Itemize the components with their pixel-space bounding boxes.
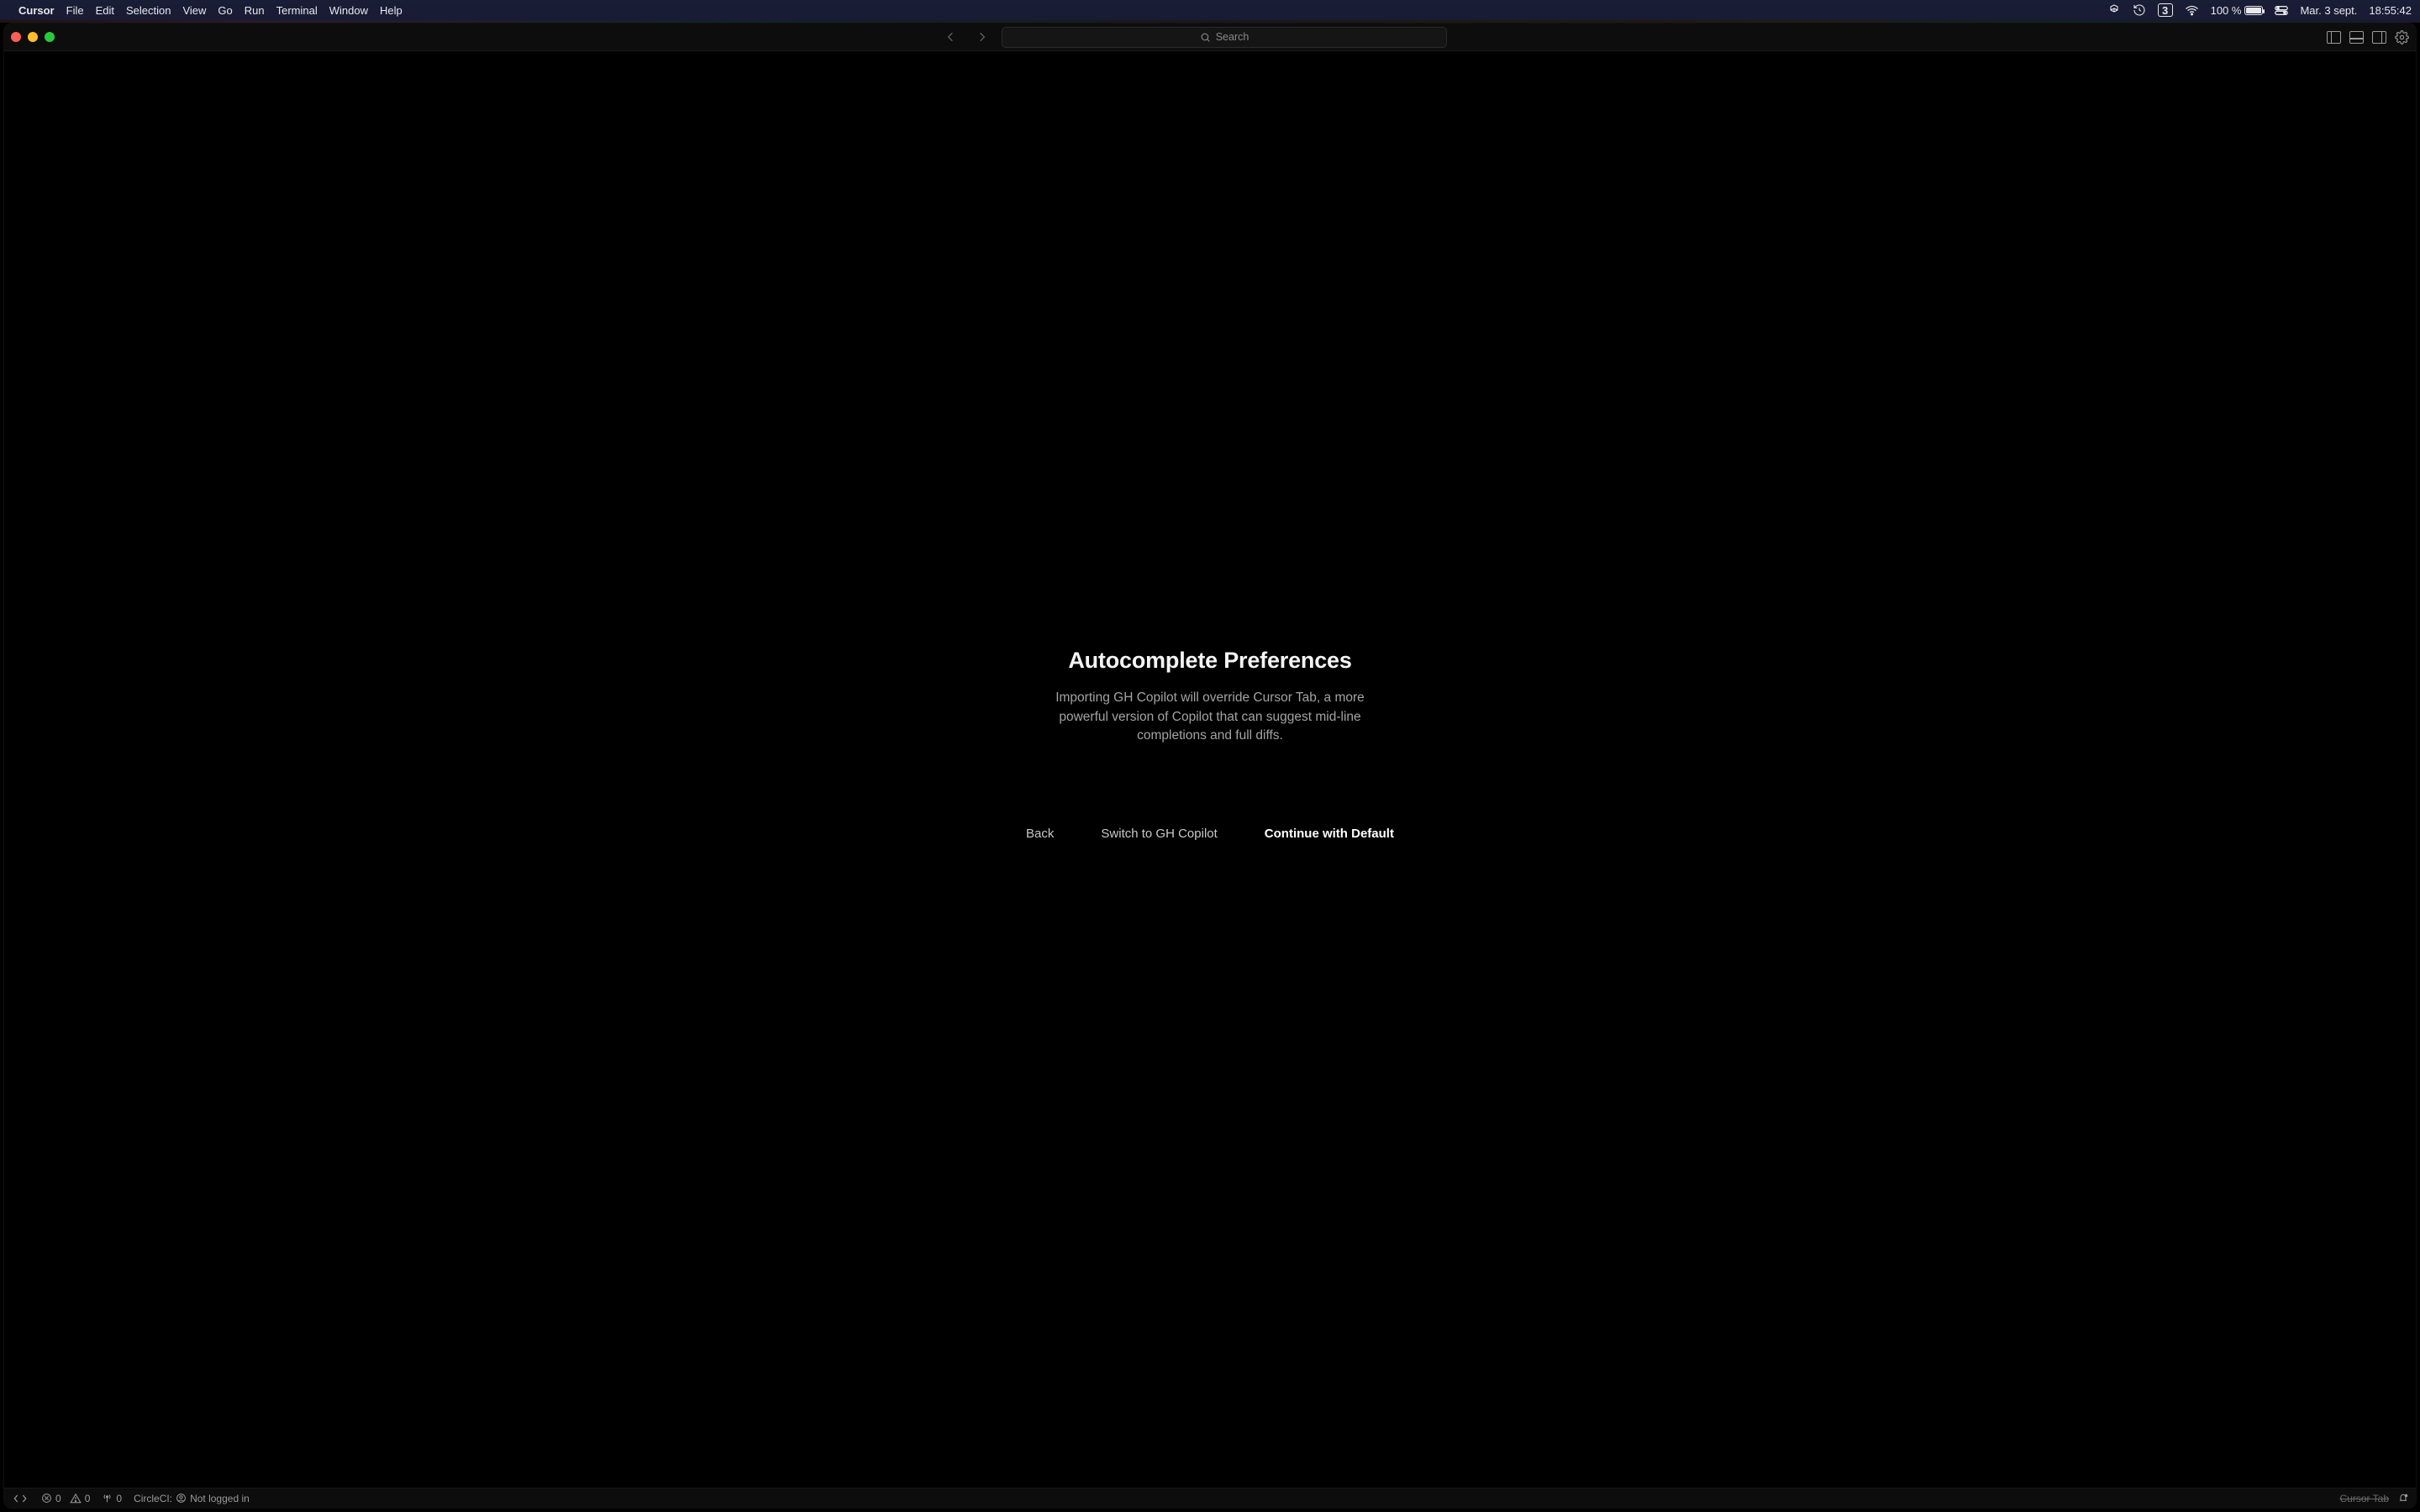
toggle-primary-sidebar-icon[interactable] <box>2327 31 2341 44</box>
window-titlebar: Search <box>4 24 2416 51</box>
app-window: Search Autocomplete Preferences Importin… <box>3 23 2417 1509</box>
warning-icon <box>70 1493 82 1504</box>
dialog-actions: Back Switch to GH Copilot Continue with … <box>1026 827 1394 841</box>
continue-default-button[interactable]: Continue with Default <box>1265 827 1394 841</box>
remote-indicator-icon[interactable] <box>11 1491 29 1505</box>
nav-forward-button[interactable] <box>971 27 992 47</box>
dialog-title: Autocomplete Preferences <box>1026 648 1394 674</box>
control-center-icon[interactable] <box>2275 5 2288 16</box>
menu-run[interactable]: Run <box>245 4 265 17</box>
battery-percent: 100 % <box>2211 4 2242 17</box>
toggle-secondary-sidebar-icon[interactable] <box>2372 31 2386 44</box>
menubar-time[interactable]: 18:55:42 <box>2369 4 2412 17</box>
editor-content: Autocomplete Preferences Importing GH Co… <box>4 51 2416 1488</box>
menubar-app-name[interactable]: Cursor <box>18 4 55 17</box>
battery-icon <box>2244 6 2263 15</box>
menu-edit[interactable]: Edit <box>96 4 114 17</box>
menubar-date[interactable]: Mar. 3 sept. <box>2300 4 2357 17</box>
search-icon <box>1200 32 1211 43</box>
calendar-icon[interactable]: 3 <box>2158 3 2173 17</box>
openai-icon[interactable] <box>2107 3 2121 17</box>
minimize-window-button[interactable] <box>28 32 38 42</box>
calendar-day: 3 <box>2162 5 2168 16</box>
titlebar-right-icons <box>2327 30 2409 45</box>
maximize-window-button[interactable] <box>45 32 55 42</box>
circleci-login-state: Not logged in <box>190 1493 250 1504</box>
window-controls <box>11 32 55 42</box>
problems-counter[interactable]: 0 0 <box>41 1493 90 1504</box>
wifi-icon[interactable] <box>2185 4 2199 16</box>
menu-help[interactable]: Help <box>380 4 402 17</box>
macos-menubar: Cursor File Edit Selection View Go Run T… <box>0 0 2420 20</box>
status-bar: 0 0 0 CircleCI: Not logged in Cursor Tab <box>4 1488 2416 1508</box>
circleci-status[interactable]: CircleCI: Not logged in <box>134 1493 250 1504</box>
ports-count: 0 <box>116 1493 122 1504</box>
autocomplete-preferences-dialog: Autocomplete Preferences Importing GH Co… <box>1026 648 1394 840</box>
close-window-button[interactable] <box>11 32 21 42</box>
back-button[interactable]: Back <box>1026 827 1054 841</box>
history-icon[interactable] <box>2133 3 2146 17</box>
dialog-body: Importing GH Copilot will override Curso… <box>1034 689 1386 745</box>
menubar-right: 3 100 % Mar. 3 sept. 18:55:42 <box>2107 3 2412 17</box>
warning-count: 0 <box>85 1493 91 1504</box>
notifications-icon[interactable] <box>2397 1493 2409 1504</box>
error-icon <box>41 1493 52 1504</box>
toggle-panel-icon[interactable] <box>2349 31 2364 44</box>
error-count: 0 <box>55 1493 61 1504</box>
menu-window[interactable]: Window <box>329 4 368 17</box>
menu-view[interactable]: View <box>182 4 206 17</box>
menu-terminal[interactable]: Terminal <box>276 4 318 17</box>
menu-go[interactable]: Go <box>218 4 232 17</box>
search-input[interactable]: Search <box>1002 27 1447 48</box>
menu-file[interactable]: File <box>66 4 84 17</box>
circleci-label: CircleCI: <box>134 1493 172 1504</box>
nav-back-button[interactable] <box>941 27 961 47</box>
switch-to-copilot-button[interactable]: Switch to GH Copilot <box>1101 827 1217 841</box>
battery-status[interactable]: 100 % <box>2211 4 2264 17</box>
menu-selection[interactable]: Selection <box>126 4 171 17</box>
radio-tower-icon <box>102 1493 113 1504</box>
search-placeholder: Search <box>1216 31 1249 43</box>
ports-counter[interactable]: 0 <box>102 1493 122 1504</box>
cursor-tab-status[interactable]: Cursor Tab <box>2340 1493 2389 1504</box>
settings-gear-icon[interactable] <box>2395 30 2409 45</box>
account-icon <box>176 1493 187 1504</box>
